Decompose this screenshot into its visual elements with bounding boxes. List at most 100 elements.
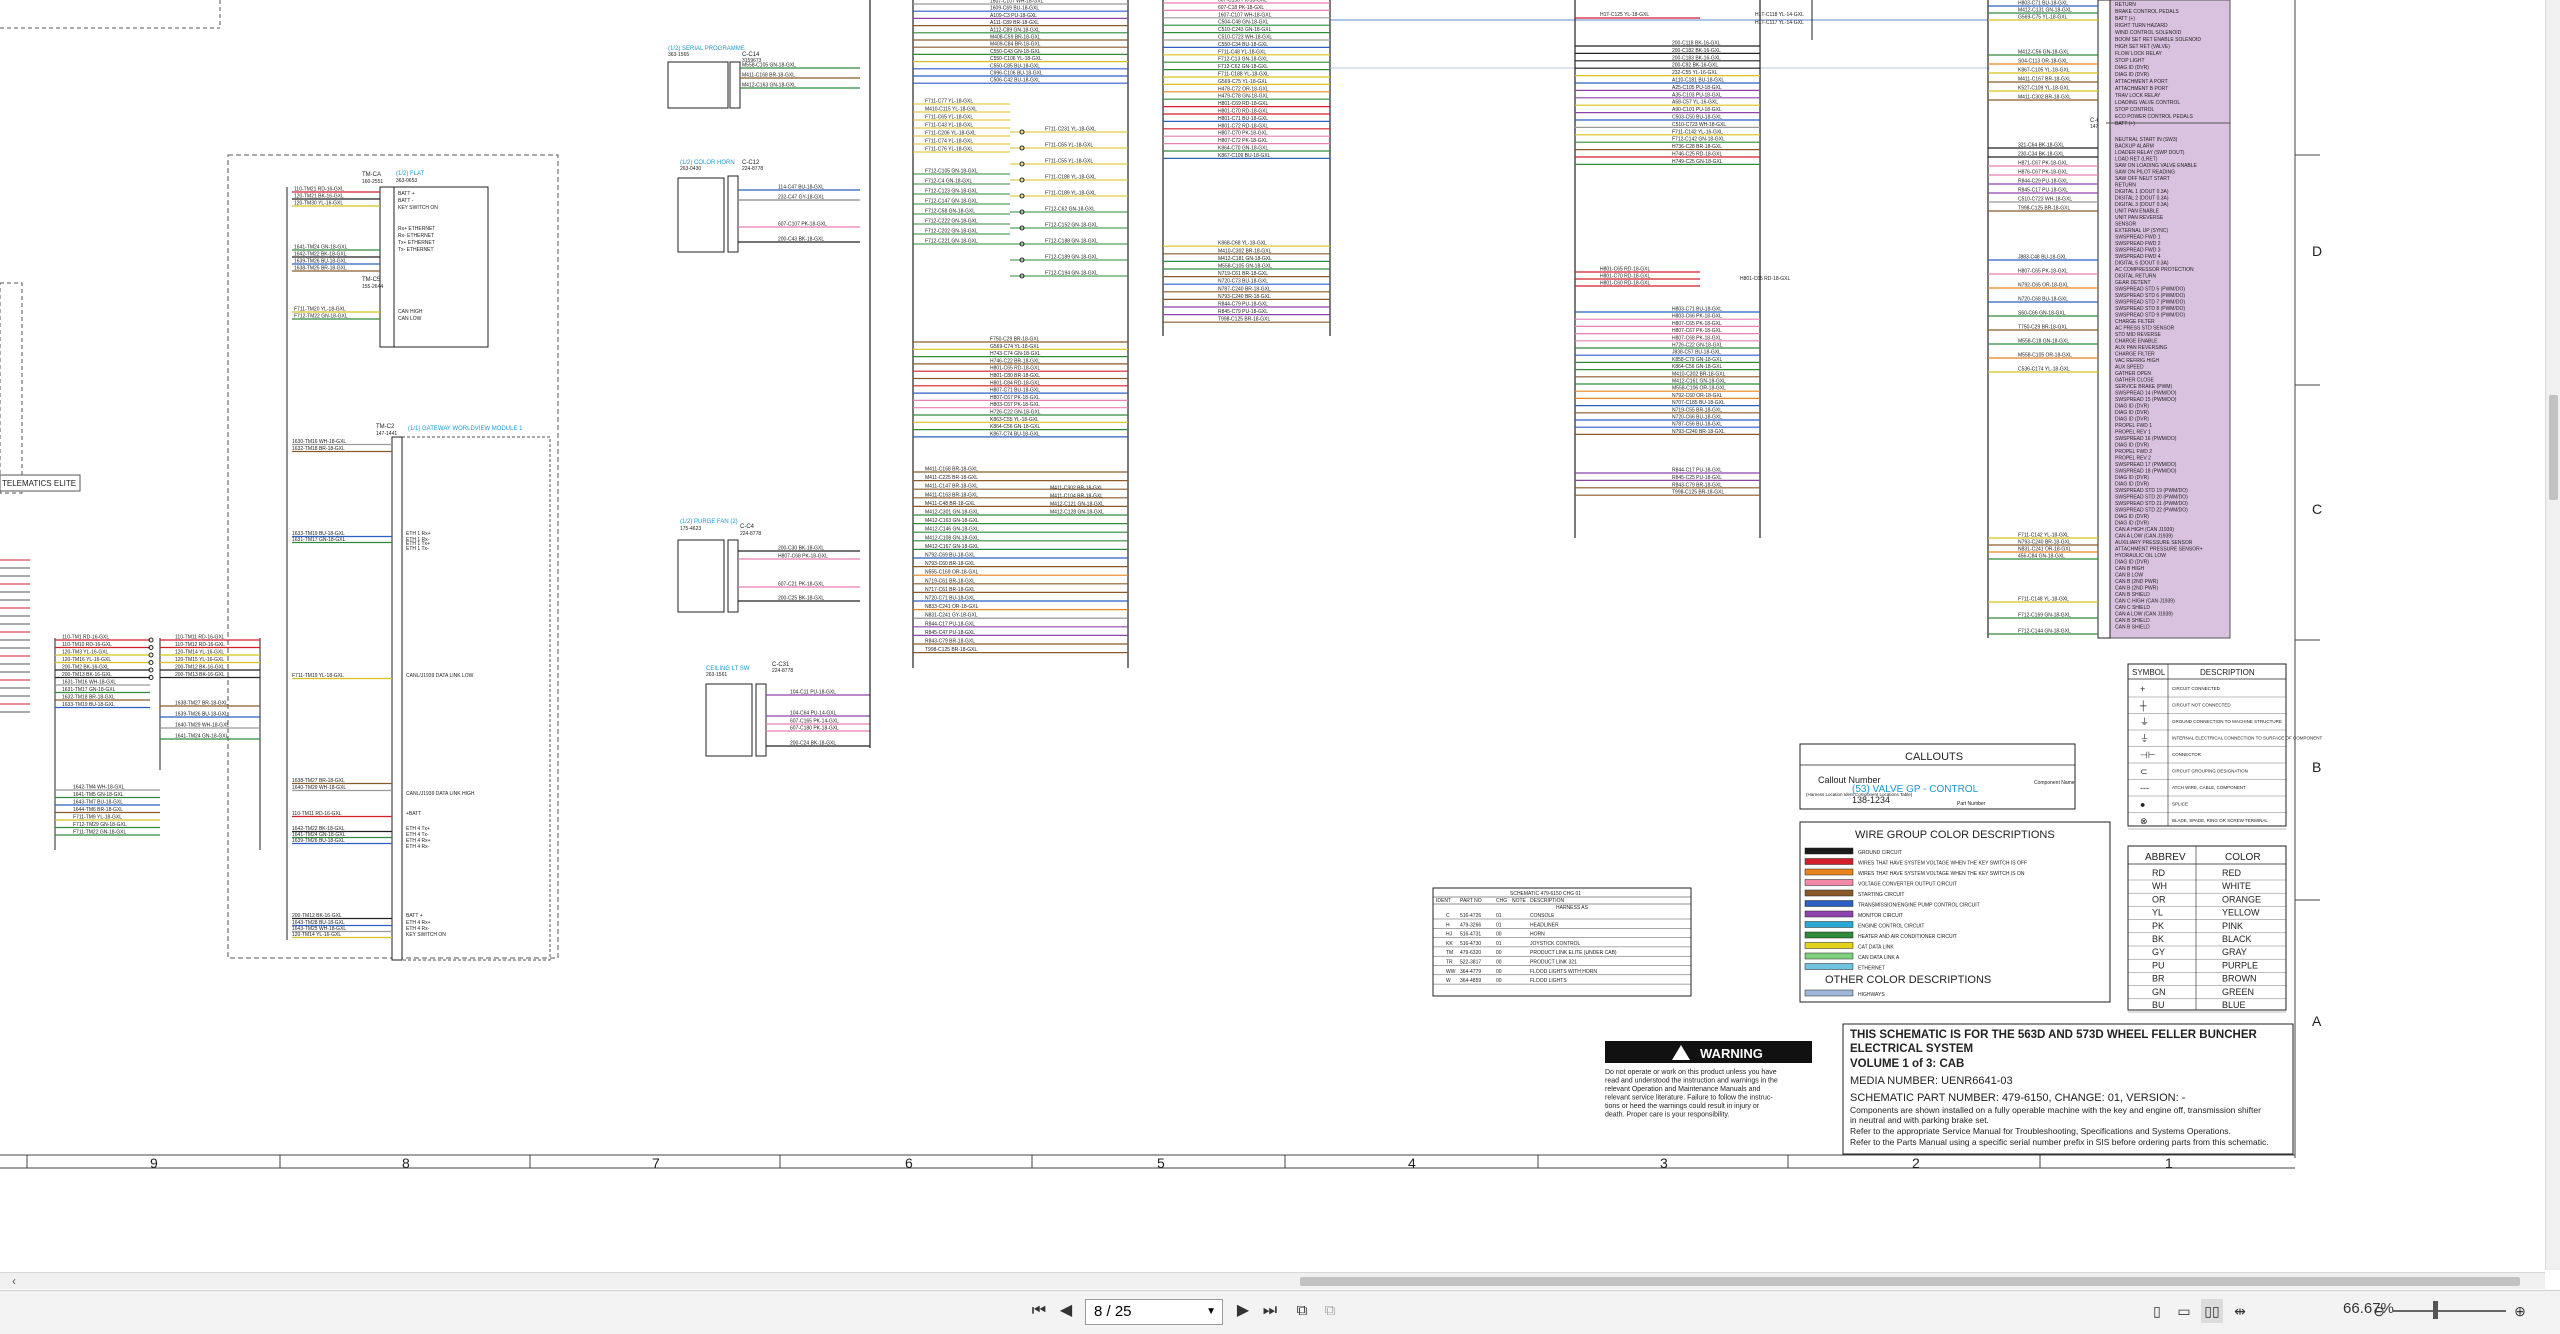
grid-col-label: 7 <box>652 1155 660 1171</box>
prev-page-icon[interactable]: ◀ <box>1055 1299 1077 1323</box>
col1-mid-right-label: F711-C189 YL-18-GXL <box>1045 191 1096 197</box>
wire-color-label: MONITOR CIRCUIT <box>1858 913 1903 919</box>
cs-pin-label: DIGITAL 2 (DOUT 0.3A) <box>2115 196 2169 202</box>
col2-label: 607-C156 PK-18-GXL <box>1218 0 1267 4</box>
col1-label: A112-C89 GN-18-GXL <box>990 27 1040 33</box>
cs-pin-label: ATTACHMENT PRESSURE SENSOR+ <box>2115 547 2203 553</box>
cs-left-label: K867-C105 YL-18-GXL <box>2018 68 2070 74</box>
tm-pin-label: Rx- ETHERNET <box>398 233 434 239</box>
warning-line: Do not operate or work on this product u… <box>1605 1069 1777 1076</box>
cs-pin-label: DIAG ID (DVR) <box>2115 521 2149 527</box>
vertical-scrollbar[interactable] <box>2545 0 2560 1270</box>
wire-color-label: GROUND CIRCUIT <box>1858 850 1902 856</box>
abbrev-color: PINK <box>2222 921 2243 931</box>
col2-label: C550-C34 BU-18-GXL <box>1218 42 1268 48</box>
continuous-view-icon[interactable]: ▭ <box>2174 1299 2194 1323</box>
harness-table-title: SCHEMATIC 479-6150 CHG 01 <box>1510 891 1581 897</box>
module-wire-label: 1639-TM26 BU-18-GXL <box>292 838 345 844</box>
cs-mid-label: H807-C65 PK-18-GXL <box>2018 269 2068 275</box>
zoom-out-icon[interactable]: ⊖ <box>2371 1299 2387 1323</box>
module-wire-label: 110-TM11 RD-16-GXL <box>292 811 342 817</box>
horizontal-scrollbar[interactable]: ‹ <box>0 1272 2545 1289</box>
cs-pin-label: ATTACHMENT B PORT <box>2115 86 2168 92</box>
wire-color-swatch <box>1804 942 1854 949</box>
col3-bottom-label: R844-C17 PU-18-GXL <box>1672 468 1722 474</box>
wire-color-swatch <box>1804 900 1854 907</box>
col3-label: A35-C103 PU-18-GXL <box>1672 92 1722 98</box>
zoom-slider-thumb[interactable] <box>2433 1301 2438 1319</box>
grid-row-label: A <box>2312 1013 2322 1029</box>
col1-label: A109-C3 PU-18-GXL <box>990 13 1037 19</box>
col3-label: F712-C142 GN-18-GXL <box>1672 137 1725 143</box>
cs-left-label: M412-C56 GN-18-GXL <box>2018 50 2069 56</box>
cs-pin-label: AUX SPEED <box>2115 365 2144 371</box>
grid-col-label: 6 <box>905 1155 913 1171</box>
harness-table-header: DESCRIPTION <box>1530 898 1565 904</box>
cs-pin-label: CAN B (2ND PWR) <box>2115 586 2158 592</box>
wire-color-label: CAT DATA LINK <box>1858 945 1894 951</box>
grid-col-label: 2 <box>1912 1155 1920 1171</box>
col3-label: A110-C181 BU-18-GXL <box>1672 78 1724 84</box>
tm-can-label: F711-TM20 YL-18-GXL <box>294 307 346 313</box>
symbol-label: CIRCUIT CONNECTED <box>2172 686 2221 691</box>
col2-label: C504-C48 GN-18-GXL <box>1218 20 1269 26</box>
c117-label: H1T-C117 YL-14-GXL <box>1755 20 1804 26</box>
fit-width-icon[interactable]: ⇹ <box>2230 1299 2250 1323</box>
symbol-glyph-icon: ⏚ <box>2140 717 2149 727</box>
cs-pin-label: LOADER RELAY (SWP DOUT) <box>2115 150 2185 156</box>
abbrev-code: BK <box>2152 934 2164 944</box>
lower-right-label: 200-TM12 BK-16-GXL <box>175 665 225 671</box>
cs-pin-label: UNIT PAN REVERSE <box>2115 215 2164 221</box>
tm-eth-label: 1638-TM25 BR-18-GXL <box>294 266 347 272</box>
zoom-in-icon[interactable]: ⊕ <box>2512 1299 2528 1323</box>
col1-label: M409-C84 BR-18-GXL <box>990 42 1041 48</box>
cs-pin-label: CAN A HIGH (CAN J1939) <box>2115 527 2174 533</box>
page-layout-icon[interactable]: ⧉ <box>1290 1299 1314 1323</box>
last-page-icon[interactable]: ⏭ <box>1258 1299 1282 1323</box>
col1-lower-label: H801-C80 BR-18-GXL <box>990 373 1040 379</box>
abbrev-code: WH <box>2152 881 2167 891</box>
col1-label: 1609-C69 BU-18-GXL <box>990 6 1039 12</box>
chevron-down-icon[interactable]: ▼ <box>1206 1306 1216 1317</box>
col1-bottom-label: R844-C17 PU-18-GXL <box>925 621 975 627</box>
cs-pin-label: DIAG ID (DVR) <box>2115 417 2149 423</box>
next-page-icon[interactable]: ▶ <box>1232 1299 1254 1323</box>
zoom-slider-track[interactable] <box>2392 1310 2506 1312</box>
cs-pin-label: SWSPREAD STD 5 (PWM/DO) <box>2115 287 2185 293</box>
harness-table-cell: 364-4859 <box>1460 978 1481 984</box>
two-page-view-icon[interactable]: ▯▯ <box>2201 1299 2223 1323</box>
page-number-field[interactable]: 8 / 25 ▼ <box>1085 1299 1223 1325</box>
cs-mid-label: H871-C67 PK-18-GXL <box>2018 161 2068 167</box>
col2-label: N719-C61 BR-18-GXL <box>1218 271 1268 277</box>
first-page-icon[interactable]: ⏮ <box>1028 1299 1050 1323</box>
callout-component-name: Component Name <box>2034 780 2075 786</box>
cs-pin-label: CAN B (2ND PWR) <box>2115 579 2158 585</box>
vertical-scroll-thumb[interactable] <box>2549 395 2558 500</box>
col1-mid-label: F711-C74 YL-18-GXL <box>925 139 973 145</box>
page-layout-alt-icon[interactable]: ⧉ <box>1318 1299 1342 1323</box>
single-page-view-icon[interactable]: ▯ <box>2147 1299 2167 1323</box>
document-viewport[interactable]: TELEMATICS ELITE TM-CA 160-2551 (1/2) FLAT 3… <box>0 0 2545 1270</box>
abbrev-header: COLOR <box>2225 852 2261 863</box>
col1-bottom-label: N717-C61 BR-18-GXL <box>925 587 975 593</box>
col1-bottom-label: M412-C167 GN-18-GXL <box>925 544 979 550</box>
harness-table-subheader: HARNESS AS <box>1556 905 1589 911</box>
serial-label: M412-C163 GN-18-GXL <box>742 83 796 89</box>
scroll-left-icon[interactable]: ‹ <box>12 1273 16 1289</box>
module-wire-label: 1631-TM17 GN-18-GXL <box>292 537 346 543</box>
module-pin-label: ETH 4 Rx- <box>406 844 430 850</box>
col1-mid-right-label: F712-C62 GN-18-GXL <box>1045 207 1095 213</box>
horizontal-scroll-thumb[interactable] <box>1300 1277 2520 1286</box>
other-colors-title: OTHER COLOR DESCRIPTIONS <box>1825 974 1991 986</box>
col1-label: C550-C106 YL-18-GXL <box>990 56 1042 62</box>
col1-bottom-right-label: M412-C128 GN-18-GXL <box>1050 510 1104 516</box>
cs-pin-label: ATTACHMENT A PORT <box>2115 79 2168 85</box>
symbol-glyph-icon: ┼ <box>2139 700 2147 712</box>
wire-color-label: CAN DATA LINK A <box>1858 955 1900 961</box>
col1-bottom-label: M411-C225 BR-18-GXL <box>925 475 978 481</box>
cs-pin-label: LOADING VALVE CONTROL <box>2115 100 2180 106</box>
callout-example-link: (53) VALVE GP - CONTROL <box>1852 784 1979 795</box>
wire-color-swatch <box>1804 910 1854 918</box>
cs-left-label: G569-C75 YL-18-GXL <box>2018 15 2068 21</box>
cs-pin-label: BATT (+) <box>2115 121 2135 127</box>
